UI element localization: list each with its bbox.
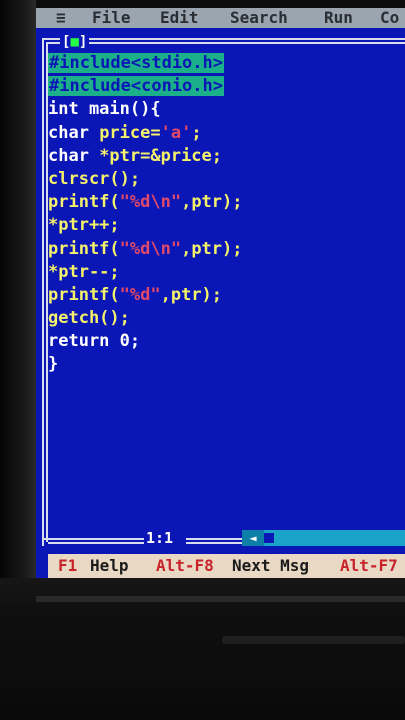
status-bar: F1 Help Alt-F8 Next Msg Alt-F7	[48, 554, 405, 578]
horizontal-scrollbar[interactable]: ◄	[242, 530, 405, 546]
scrollbar-thumb[interactable]	[264, 533, 274, 543]
close-box-bracket: ]	[78, 34, 88, 50]
code-text: price=	[99, 122, 161, 143]
function-call: printf(	[48, 284, 120, 305]
cursor-position-indicator: 1:1	[146, 529, 174, 547]
code-line: printf("%d",ptr);	[48, 284, 243, 307]
code-text: ,ptr);	[160, 284, 223, 305]
turbo-c-screen: ≡ File Edit Search Run Co [■] #include<s…	[36, 8, 405, 578]
monitor-vent	[222, 636, 405, 644]
string-literal: "%d\n"	[119, 192, 182, 213]
code-line: printf("%d\n",ptr);	[48, 191, 243, 214]
keyword: char	[48, 122, 100, 143]
code-text: return 0;	[48, 331, 141, 352]
monitor-edge	[36, 596, 405, 602]
code-line: char price='a';	[48, 122, 243, 145]
menu-edit[interactable]: Edit	[160, 8, 199, 28]
code-line: clrscr();	[48, 168, 243, 191]
code-line: #include<conio.h>	[48, 75, 243, 98]
menu-search[interactable]: Search	[230, 8, 288, 28]
code-text: *ptr--;	[48, 261, 120, 282]
code-text: ;	[191, 122, 202, 143]
string-literal: "%d"	[119, 284, 161, 305]
function-call: printf(	[48, 192, 120, 213]
status-key-f1[interactable]: F1	[58, 554, 77, 578]
status-label-help[interactable]: Help	[90, 554, 129, 578]
code-line: printf("%d\n",ptr);	[48, 238, 243, 261]
code-editor[interactable]: #include<stdio.h> #include<conio.h> int …	[48, 52, 243, 377]
code-line: }	[48, 353, 243, 376]
code-text: ,ptr);	[181, 192, 243, 213]
scroll-left-arrow-icon[interactable]: ◄	[242, 530, 264, 546]
status-key-alt-f7[interactable]: Alt-F7	[340, 554, 398, 578]
string-literal: 'a'	[160, 122, 192, 143]
code-line: *ptr--;	[48, 261, 243, 284]
code-line: char *ptr=&price;	[48, 145, 243, 168]
code-text: clrscr();	[48, 168, 141, 189]
function-call: printf(	[48, 238, 120, 259]
status-label-next-msg[interactable]: Next Msg	[232, 554, 309, 578]
code-text: }	[48, 354, 59, 375]
code-text: int main(){	[48, 99, 161, 120]
code-line: return 0;	[48, 330, 243, 353]
status-key-alt-f8[interactable]: Alt-F8	[156, 554, 214, 578]
code-line: getch();	[48, 307, 243, 330]
menu-compile[interactable]: Co	[380, 8, 399, 28]
preprocessor-directive: #include<conio.h>	[48, 76, 224, 97]
code-line: *ptr++;	[48, 214, 243, 237]
code-text: ,ptr);	[181, 238, 243, 259]
menu-bar: ≡ File Edit Search Run Co	[36, 8, 405, 28]
preprocessor-directive: #include<stdio.h>	[48, 53, 224, 73]
monitor-bezel-top	[0, 0, 405, 8]
system-menu-icon[interactable]: ≡	[56, 8, 66, 28]
window-frame-bottom	[186, 538, 244, 540]
menu-file[interactable]: File	[92, 8, 131, 28]
window-frame-bottom	[48, 542, 144, 544]
code-text: *ptr=&price;	[99, 145, 223, 166]
keyword: char	[48, 145, 100, 166]
window-frame-bottom	[186, 542, 244, 544]
code-line: int main(){	[48, 98, 243, 121]
monitor-bezel-left	[0, 0, 36, 600]
window-frame-bottom	[44, 538, 144, 540]
string-literal: "%d\n"	[119, 238, 182, 259]
code-text: getch();	[48, 308, 130, 329]
window-close-button[interactable]: [■]	[60, 34, 90, 50]
menu-run[interactable]: Run	[324, 8, 353, 28]
code-line: #include<stdio.h>	[48, 52, 243, 75]
close-icon: ■	[70, 34, 79, 50]
code-text: *ptr++;	[48, 215, 120, 236]
